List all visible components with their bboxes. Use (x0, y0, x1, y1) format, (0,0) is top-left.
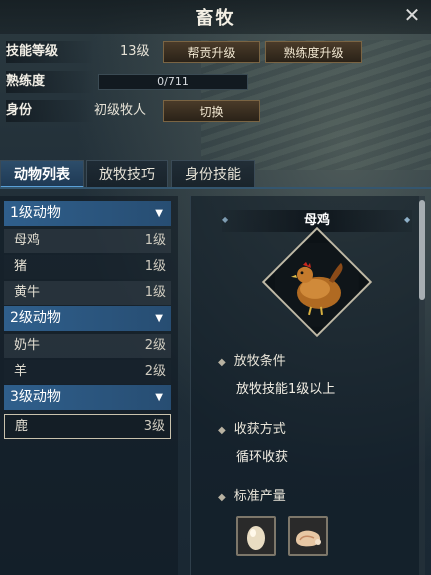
group-level-2[interactable]: 2级动物 ▼ (4, 306, 171, 331)
group-level-3[interactable]: 3级动物 ▼ (4, 385, 171, 410)
diamond-icon: ◆ (218, 425, 226, 436)
skill-level-row: 技能等级 13级 帮贡升级 熟练度升级 (0, 41, 431, 65)
condition-title: 放牧条件 (233, 354, 286, 369)
chevron-down-icon: ▼ (155, 313, 163, 324)
animal-level: 1级 (144, 233, 166, 248)
egg-icon (238, 518, 274, 554)
harvest-text: 循环收获 (236, 450, 289, 465)
tab-underline (0, 187, 431, 189)
list-item-selected[interactable]: 鹿 3级 (4, 414, 171, 439)
diamond-icon: ◆ (404, 215, 411, 224)
harvest-title: 收获方式 (233, 422, 286, 437)
animal-level: 3级 (143, 419, 165, 434)
skill-level-value: 13级 (120, 44, 150, 59)
scrollbar-thumb[interactable] (419, 200, 425, 300)
switch-button[interactable]: 切换 (163, 100, 260, 122)
meat-icon (290, 518, 326, 554)
diamond-icon: ◆ (218, 357, 226, 368)
skill-level-label: 技能等级 (6, 41, 94, 63)
animal-name: 猪 (14, 259, 28, 274)
output-section-title: ◆ 标准产量 (218, 487, 286, 507)
group-level-1[interactable]: 1级动物 ▼ (4, 201, 171, 226)
identity-label: 身份 (6, 100, 94, 122)
proficiency-label: 熟练度 (6, 71, 94, 93)
diamond-icon: ◆ (218, 492, 226, 503)
tab-herding-skills[interactable]: 放牧技巧 (86, 160, 168, 188)
animal-name: 母鸡 (14, 233, 41, 248)
list-item[interactable]: 奶牛 2级 (4, 334, 171, 358)
guild-upgrade-button[interactable]: 帮贡升级 (163, 41, 260, 63)
list-item[interactable]: 羊 2级 (4, 360, 171, 384)
animal-name: 奶牛 (14, 338, 41, 353)
proficiency-row: 熟练度 0/711 (0, 71, 431, 95)
proficiency-value: 0/711 (157, 75, 189, 88)
proficiency-upgrade-button[interactable]: 熟练度升级 (265, 41, 362, 63)
list-item[interactable]: 猪 1级 (4, 255, 171, 279)
group-label: 3级动物 (10, 389, 61, 405)
output-slot-egg[interactable] (236, 516, 276, 556)
window-title: 畜牧 (195, 8, 236, 29)
animal-level: 1级 (144, 259, 166, 274)
group-label: 1级动物 (10, 205, 61, 221)
condition-section-title: ◆ 放牧条件 (218, 352, 286, 372)
condition-text: 放牧技能1级以上 (236, 382, 336, 397)
output-title: 标准产量 (233, 489, 286, 504)
animal-level: 2级 (144, 364, 166, 379)
tab-animal-list[interactable]: 动物列表 (0, 160, 84, 188)
animal-name: 黄牛 (14, 285, 41, 300)
animal-level: 1级 (144, 285, 166, 300)
animal-level: 2级 (144, 338, 166, 353)
output-slot-meat[interactable] (288, 516, 328, 556)
proficiency-bar: 0/711 (98, 74, 248, 90)
identity-value: 初级牧人 (94, 103, 147, 118)
group-label: 2级动物 (10, 310, 61, 326)
close-icon[interactable]: ✕ (399, 2, 425, 28)
list-item[interactable]: 黄牛 1级 (4, 281, 171, 305)
harvest-section-title: ◆ 收获方式 (218, 420, 286, 440)
chevron-down-icon: ▼ (155, 208, 163, 219)
identity-row: 身份 初级牧人 切换 (0, 100, 431, 124)
tab-bar: 动物列表 放牧技巧 身份技能 (0, 160, 431, 188)
animal-name: 羊 (14, 364, 28, 379)
chevron-down-icon: ▼ (155, 392, 163, 403)
list-item[interactable]: 母鸡 1级 (4, 229, 171, 253)
tab-identity-skills[interactable]: 身份技能 (171, 160, 255, 188)
animal-name: 鹿 (15, 419, 29, 434)
